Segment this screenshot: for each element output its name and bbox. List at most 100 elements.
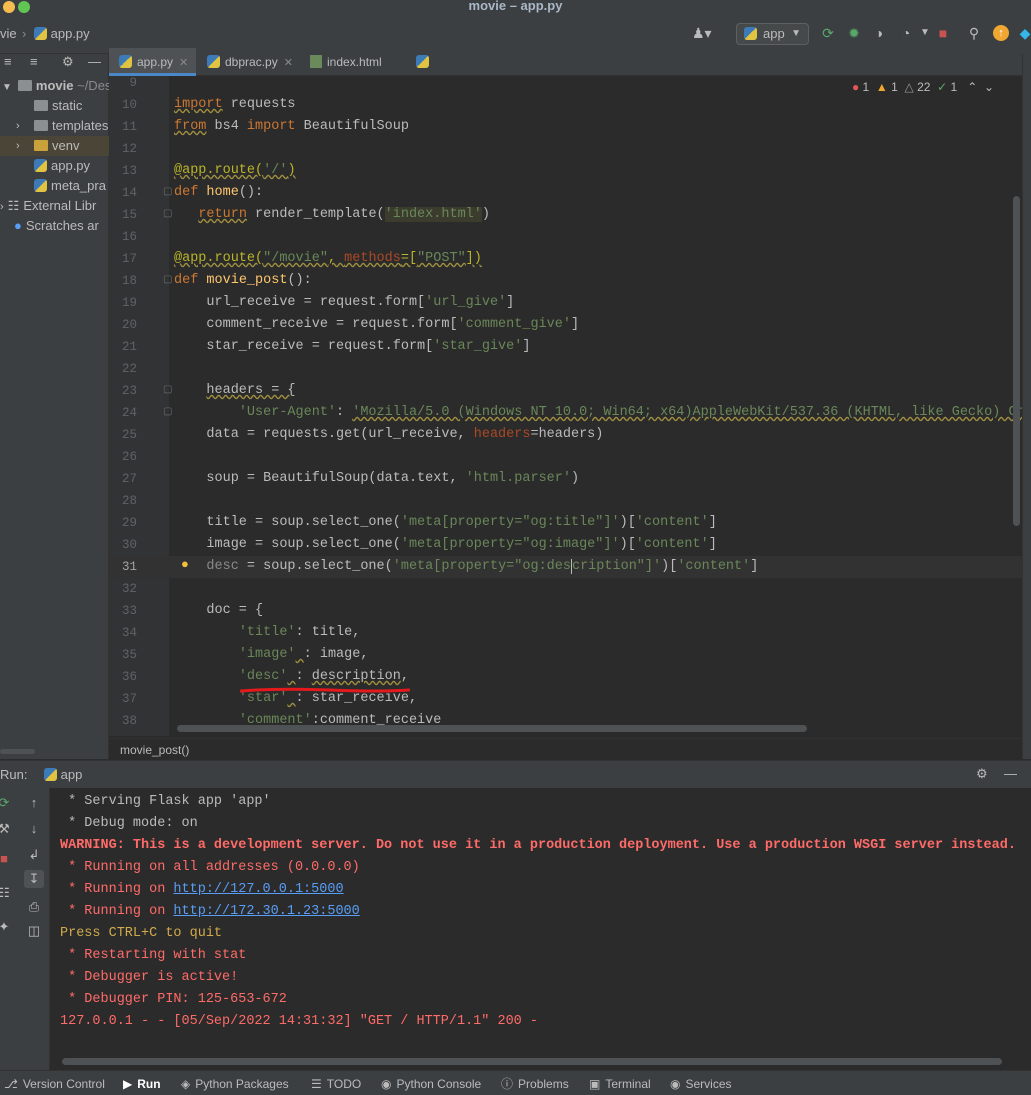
console-link[interactable]: http://172.30.1.23:5000 xyxy=(173,904,359,919)
code-breadcrumb[interactable]: movie_post() xyxy=(109,738,1022,760)
tree-item[interactable]: ● Scratches ar xyxy=(0,216,109,236)
code-line[interactable]: 25 data = requests.get(url_receive, head… xyxy=(109,424,1022,446)
debug-icon[interactable]: ✹ xyxy=(846,25,862,41)
wrench-icon[interactable]: ⚒ xyxy=(0,820,14,838)
close-icon[interactable]: ✕ xyxy=(179,57,188,69)
trash-icon[interactable]: ◫ xyxy=(24,922,44,940)
pin-icon[interactable]: ✦ xyxy=(0,918,14,936)
close-icon[interactable]: ✕ xyxy=(284,57,293,69)
tab-meta_prac-py[interactable]: meta_prac.py✕ xyxy=(406,48,521,97)
code-line[interactable]: 10 import requests xyxy=(109,94,1022,116)
code-line[interactable]: 15 ▢ return render_template('index.html') xyxy=(109,204,1022,226)
code-line[interactable]: 17 @app.route("/movie", methods=["POST"]) xyxy=(109,248,1022,270)
tab-app-py[interactable]: app.py ✕ xyxy=(109,48,196,76)
tree-item[interactable]: ▼ movie ~/Des xyxy=(0,76,109,96)
tool-tab-python-packages[interactable]: ◈ Python Packages xyxy=(181,1074,289,1094)
tool-tab-python-console[interactable]: ◉ Python Console xyxy=(381,1074,481,1094)
run-configuration-select[interactable]: app ▼ xyxy=(736,23,809,45)
editor-vertical-scrollbar[interactable] xyxy=(1013,196,1020,526)
tree-item[interactable]: › templates xyxy=(0,116,109,136)
layout-icon[interactable]: ☷ xyxy=(0,884,14,902)
rerun-icon[interactable]: ⟳ xyxy=(820,25,836,41)
code-line[interactable]: 19 url_receive = request.form['url_give'… xyxy=(109,292,1022,314)
tree-item[interactable]: › ☷ External Libr xyxy=(0,196,109,216)
code-line[interactable]: 11 from bs4 import BeautifulSoup xyxy=(109,116,1022,138)
plugin-icon[interactable]: ◆ xyxy=(1017,25,1031,41)
inspection-widget[interactable]: ● 1 ▲ 1 △ 22 ✓ 1 ⌃ ⌄ xyxy=(852,80,994,94)
tool-tab-services[interactable]: ◉ Services xyxy=(670,1074,732,1094)
code-line[interactable]: 35 'image' : image, xyxy=(109,644,1022,666)
code-line[interactable]: 33 doc = { xyxy=(109,600,1022,622)
previous-highlight-icon[interactable]: ⌃ xyxy=(967,80,977,94)
code-line[interactable]: 14 ▢ def home(): xyxy=(109,182,1022,204)
code-line[interactable]: 18 ▢ def movie_post(): xyxy=(109,270,1022,292)
run-tab-app[interactable]: app xyxy=(44,767,82,782)
python-file-icon xyxy=(416,55,429,68)
fold-marker-icon[interactable]: ▢ xyxy=(163,270,172,292)
account-icon[interactable]: ♟▾ xyxy=(692,25,712,41)
code-line[interactable]: 23 ▢ headers = { xyxy=(109,380,1022,402)
editor-horizontal-scrollbar[interactable] xyxy=(177,725,807,732)
soft-wrap-icon[interactable]: ↲ xyxy=(24,846,44,864)
run-settings-gear-icon[interactable]: ⚙ xyxy=(976,766,988,782)
code-line[interactable]: 29 title = soup.select_one('meta[propert… xyxy=(109,512,1022,534)
code-line[interactable]: 31 ● desc = soup.select_one('meta[propert… xyxy=(109,556,1022,578)
tab-dbprac-py[interactable]: dbprac.py ✕ xyxy=(197,48,299,76)
code-line[interactable]: 32 xyxy=(109,578,1022,600)
fold-marker-icon[interactable]: ▢ xyxy=(163,204,172,226)
code-line[interactable]: 20 comment_receive = request.form['comme… xyxy=(109,314,1022,336)
code-line[interactable]: 24 ▢ 'User-Agent': 'Mozilla/5.0 (Windows … xyxy=(109,402,1022,424)
fold-marker-icon[interactable]: ▢ xyxy=(163,182,172,204)
expand-all-icon[interactable]: ≡ xyxy=(4,54,12,69)
minimize-window-button[interactable] xyxy=(3,1,15,13)
zoom-window-button[interactable] xyxy=(18,1,30,13)
print-icon[interactable]: ⎙ xyxy=(24,898,44,916)
coverage-icon[interactable]: ◑ xyxy=(871,25,887,41)
gear-icon[interactable]: ⚙ xyxy=(62,54,74,70)
search-icon[interactable]: ⚲ xyxy=(966,25,982,41)
code-line[interactable]: 27 soup = BeautifulSoup(data.text, 'html… xyxy=(109,468,1022,490)
code-line[interactable]: 21 star_receive = request.form['star_giv… xyxy=(109,336,1022,358)
nav-file[interactable]: app.py xyxy=(34,26,90,41)
profile-icon[interactable]: ◔ xyxy=(898,25,914,41)
run-hide-icon[interactable]: — xyxy=(1004,766,1017,781)
code-editor[interactable]: 9 10 import requests 11 from bs4 import Beau… xyxy=(109,76,1022,736)
tool-tab-problems[interactable]: ⓘ Problems xyxy=(501,1074,569,1094)
stop-run-icon[interactable]: ■ xyxy=(0,850,14,868)
fold-marker-icon[interactable]: ▢ xyxy=(163,402,172,424)
code-line[interactable]: 36 'desc' : description, xyxy=(109,666,1022,688)
code-line[interactable]: 13 @app.route('/') xyxy=(109,160,1022,182)
code-line[interactable]: 30 image = soup.select_one('meta[propert… xyxy=(109,534,1022,556)
code-line[interactable]: 28 xyxy=(109,490,1022,512)
scroll-to-end-icon[interactable]: ↧ xyxy=(24,870,44,888)
tree-item[interactable]: app.py xyxy=(0,156,109,176)
more-run-chevron-icon[interactable]: ▼ xyxy=(917,25,933,41)
tree-item[interactable]: meta_pra xyxy=(0,176,109,196)
code-line[interactable]: 26 xyxy=(109,446,1022,468)
code-line[interactable]: 34 'title': title, xyxy=(109,622,1022,644)
fold-marker-icon[interactable]: ▢ xyxy=(163,380,172,402)
tool-tab-run[interactable]: ▶ Run xyxy=(123,1074,161,1094)
sidebar-scrollbar[interactable] xyxy=(0,749,35,754)
tool-tab-version-control[interactable]: ⎇ Version Control xyxy=(4,1074,105,1094)
update-icon[interactable]: ↑ xyxy=(993,25,1009,41)
tree-item[interactable]: › venv xyxy=(0,136,109,156)
console-scrollbar[interactable] xyxy=(62,1058,1002,1065)
next-highlight-icon[interactable]: ⌄ xyxy=(984,80,994,94)
scroll-down-icon[interactable]: ↓ xyxy=(24,820,44,838)
code-line[interactable]: 16 xyxy=(109,226,1022,248)
tool-tab-terminal[interactable]: ▣ Terminal xyxy=(589,1074,651,1094)
console-link[interactable]: http://127.0.0.1:5000 xyxy=(173,882,343,897)
hide-icon[interactable]: — xyxy=(88,54,101,69)
rerun-tool-icon[interactable]: ⟳ xyxy=(0,794,14,812)
tab-index-html[interactable]: index.html xyxy=(300,48,405,76)
stop-icon[interactable]: ■ xyxy=(935,25,951,41)
code-line[interactable]: 12 xyxy=(109,138,1022,160)
tool-tab-todo[interactable]: ☰ TODO xyxy=(311,1074,361,1094)
collapse-all-icon[interactable]: ≡ xyxy=(30,54,38,69)
run-console[interactable]: * Serving Flask app 'app' * Debug mode: … xyxy=(50,788,1031,1070)
code-line[interactable]: 22 xyxy=(109,358,1022,380)
tree-item[interactable]: static xyxy=(0,96,109,116)
scroll-up-icon[interactable]: ↑ xyxy=(24,794,44,812)
nav-project[interactable]: vie xyxy=(0,26,17,41)
